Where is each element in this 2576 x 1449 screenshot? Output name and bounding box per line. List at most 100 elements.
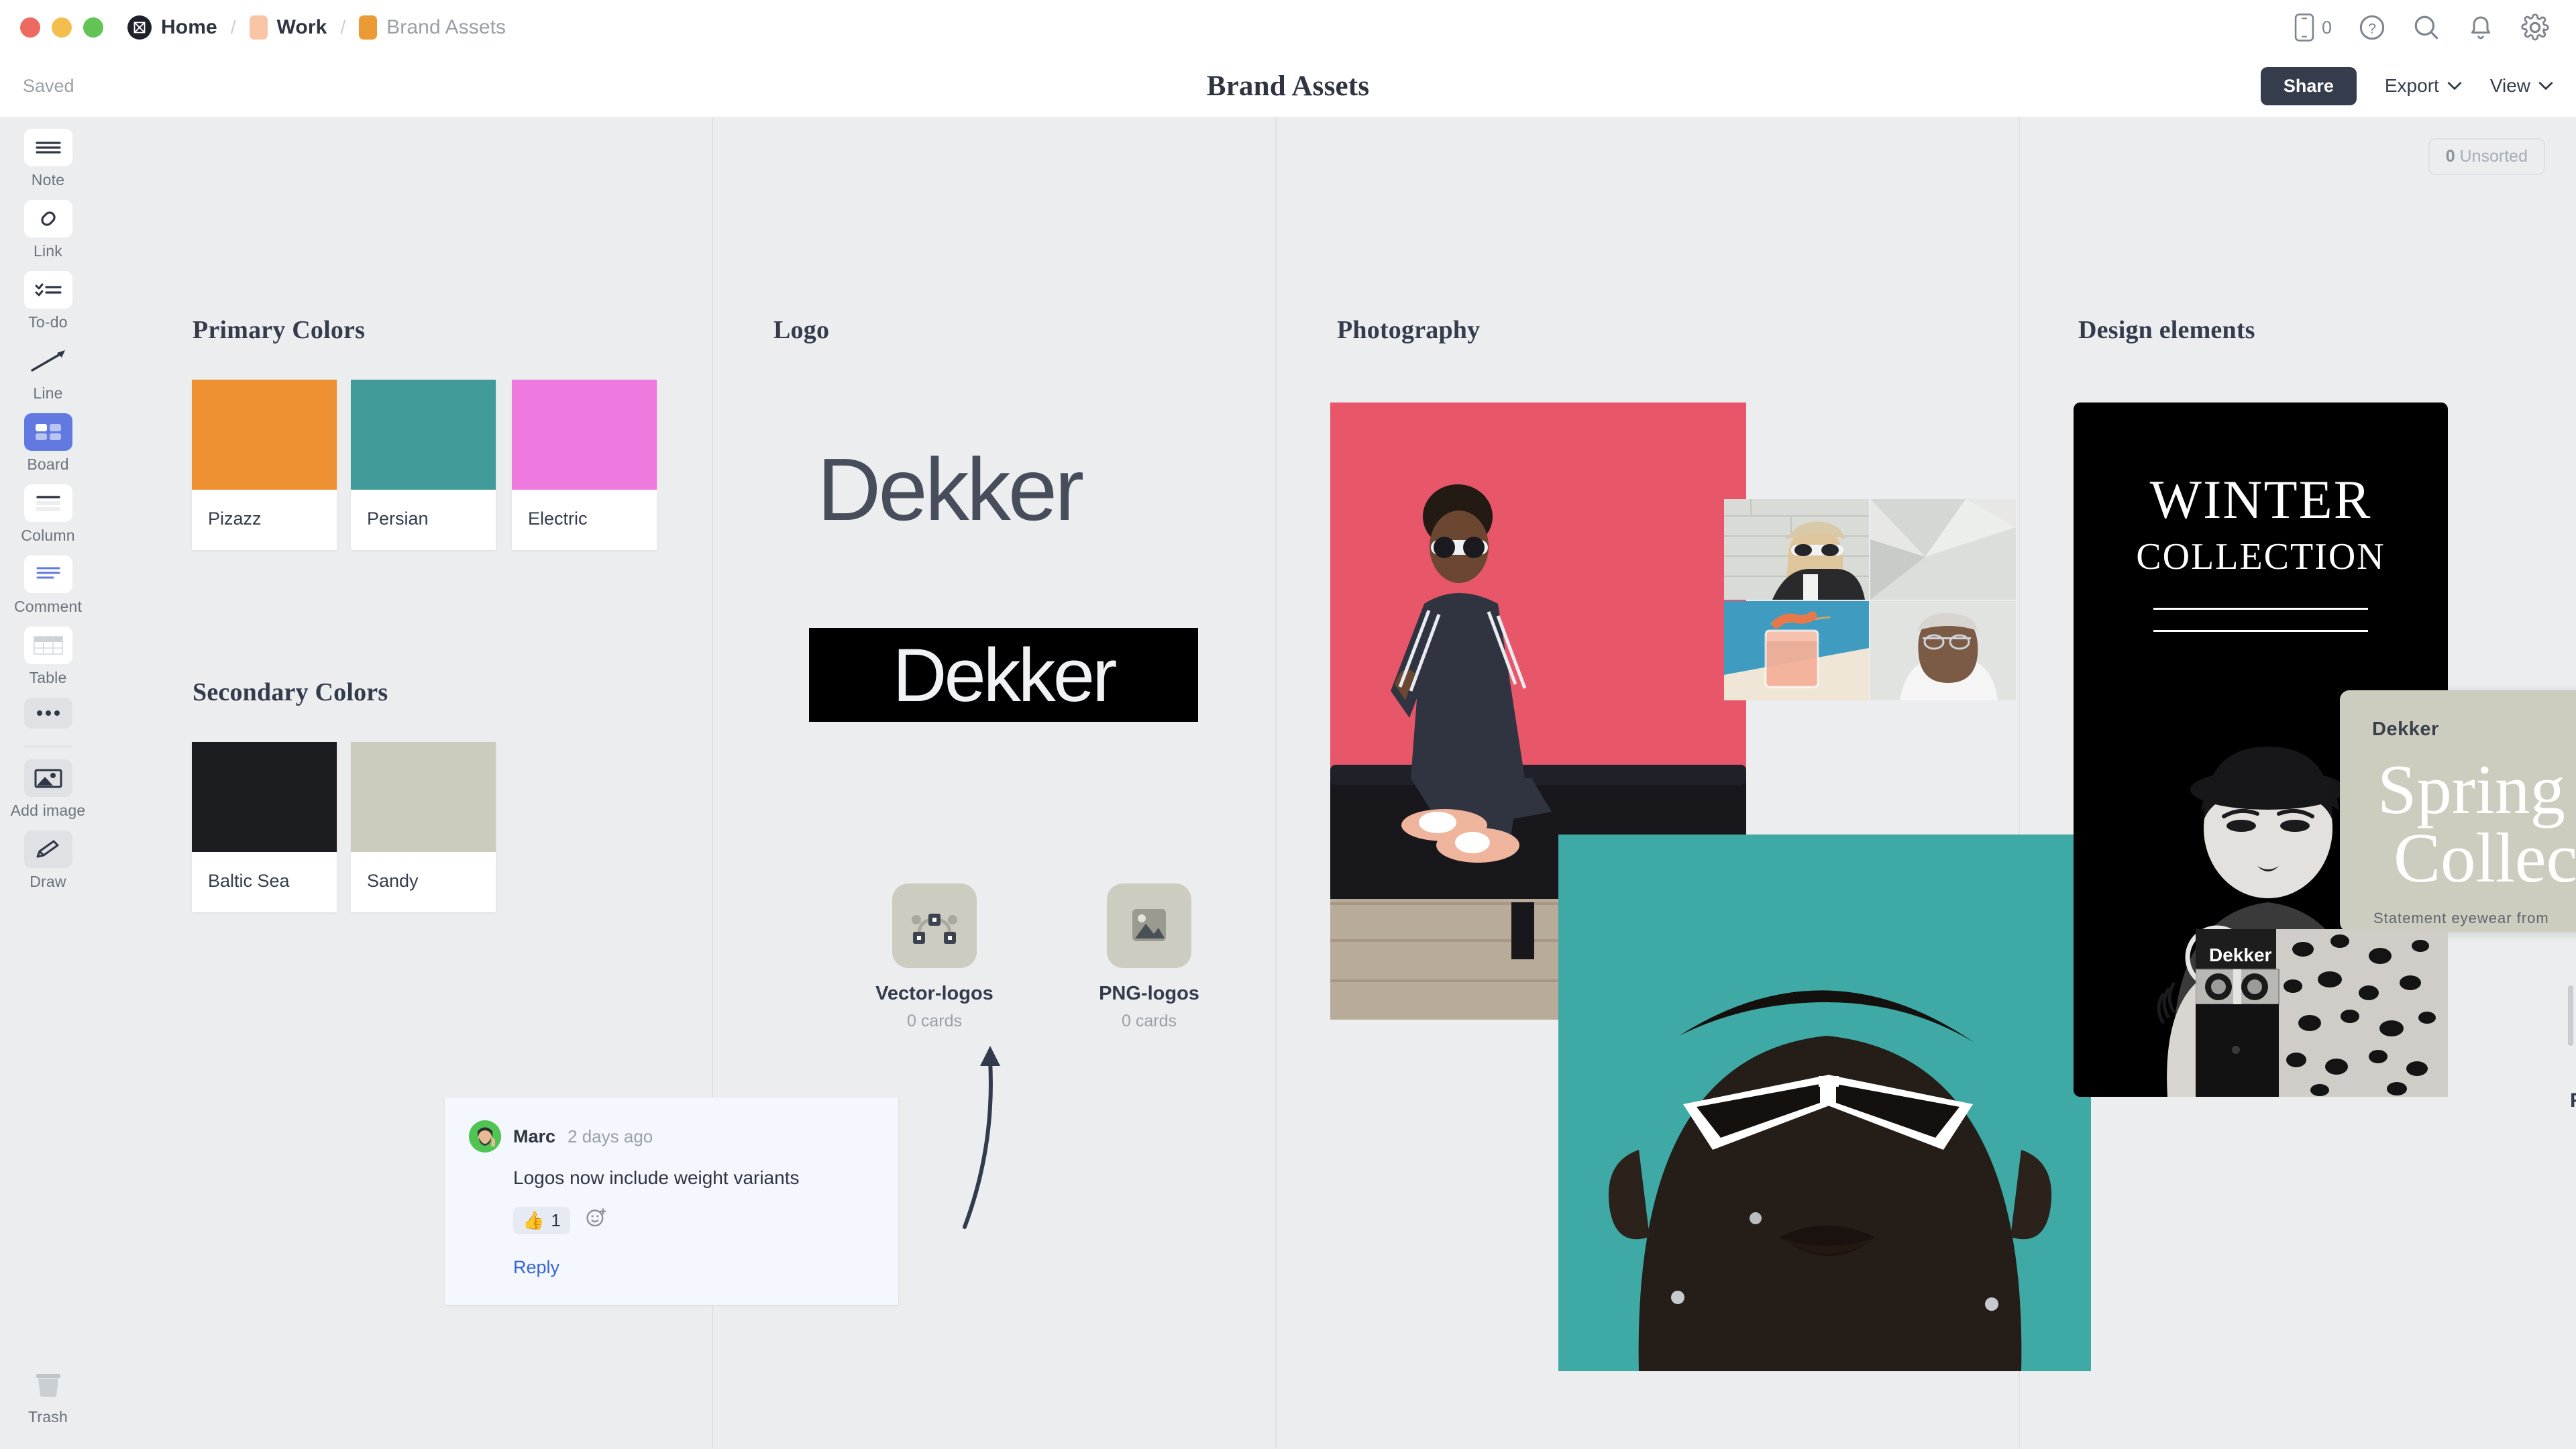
reaction-thumbs-up[interactable]: 👍 1: [513, 1206, 570, 1234]
color-swatch-electric[interactable]: Electric: [512, 380, 657, 550]
add-emoji-icon[interactable]: [585, 1206, 608, 1234]
breadcrumb-current-label: Brand Assets: [386, 16, 506, 38]
color-swatch-pizazz[interactable]: Pizazz: [192, 380, 337, 550]
spring-card-title-line2: Collection: [2394, 818, 2576, 897]
share-button[interactable]: Share: [2260, 66, 2357, 105]
sidebar-item-todo[interactable]: To-do: [0, 271, 96, 331]
spring-card-subtitle: Statement eyewear from Denmark: [2373, 909, 2549, 932]
todo-icon: [23, 271, 72, 309]
photo-grid-collage[interactable]: [1724, 499, 2016, 700]
sidebar-label-line: Line: [33, 384, 63, 402]
minimize-button[interactable]: [52, 17, 72, 38]
section-title-design-elements: Design elements: [2078, 316, 2255, 344]
sidebar-item-comment[interactable]: Comment: [0, 555, 96, 616]
folder-card-vector-logos[interactable]: Vector-logos 0 cards: [857, 883, 1012, 1031]
comment-card[interactable]: Marc 2 days ago Logos now include weight…: [445, 1097, 898, 1305]
folder-card-png-logos[interactable]: PNG-logos 0 cards: [1072, 883, 1226, 1031]
line-icon: [24, 342, 72, 380]
comment-author: Marc: [513, 1126, 556, 1146]
sidebar-item-link[interactable]: Link: [0, 200, 96, 260]
export-menu-button[interactable]: Export: [2385, 75, 2462, 97]
settings-button[interactable]: [2521, 13, 2549, 42]
svg-text:?: ?: [2368, 19, 2376, 36]
breadcrumb-separator: /: [340, 17, 346, 38]
breadcrumb-item-home[interactable]: Home: [127, 15, 217, 40]
poster-rule: [2153, 608, 2368, 610]
sidebar-item-line[interactable]: Line: [0, 342, 96, 402]
swatch-color-block: [512, 380, 657, 490]
color-swatch-sandy[interactable]: Sandy: [351, 742, 496, 912]
search-button[interactable]: [2412, 13, 2440, 42]
close-button[interactable]: [20, 17, 40, 38]
title-bar: Home / Work / Brand Assets 0 ?: [0, 0, 2576, 55]
sidebar-label-add-image: Add image: [10, 802, 86, 819]
sidebar-item-more[interactable]: [0, 698, 96, 729]
board-toolbar-actions: Share Export View: [2260, 66, 2553, 105]
image-placeholder-icon: [1107, 883, 1191, 968]
column-icon: [23, 484, 72, 522]
swatch-name: Baltic Sea: [208, 871, 290, 891]
sidebar-label-comment: Comment: [13, 598, 83, 615]
color-swatch-persian[interactable]: Persian: [351, 380, 496, 550]
card-spring-collection[interactable]: Dekker Spring Collection Statement eyewe…: [2340, 690, 2576, 932]
sidebar-item-table[interactable]: Table: [0, 627, 96, 687]
work-folder-icon: [249, 15, 268, 40]
sidebar-item-add-image[interactable]: Add image: [0, 759, 96, 820]
sidebar-item-trash[interactable]: Trash: [0, 1366, 96, 1426]
note-icon: [23, 129, 72, 166]
trash-icon: [24, 1366, 72, 1403]
swatch-color-block: [351, 380, 496, 490]
avatar: [469, 1120, 501, 1152]
app-window: Home / Work / Brand Assets 0 ? Saved Bra…: [0, 0, 2576, 1449]
maximize-button[interactable]: [83, 17, 103, 38]
logo-text-dark: Dekker: [892, 633, 1118, 717]
sidebar-item-draw[interactable]: Draw: [0, 830, 96, 891]
swatch-color-block: [192, 380, 337, 490]
breadcrumb: Home / Work / Brand Assets: [127, 15, 506, 40]
topbar-actions: 0 ?: [2294, 0, 2549, 55]
notifications-button[interactable]: [2467, 14, 2494, 41]
svg-text:Dekker: Dekker: [2209, 945, 2272, 965]
folder-name: Vector-logos: [875, 983, 994, 1004]
sidebar-label-todo: To-do: [28, 313, 68, 331]
board-canvas[interactable]: 0 Unsorted Primary Colors Pizazz Persian…: [96, 117, 2576, 1449]
device-count: 0: [2321, 17, 2332, 38]
spring-card-brand: Dekker: [2372, 718, 2439, 740]
breadcrumb-item-current[interactable]: Brand Assets: [359, 15, 506, 40]
sidebar-label-trash: Trash: [28, 1408, 68, 1426]
sidebar-item-note[interactable]: Note: [0, 129, 96, 189]
vertical-scrollbar[interactable]: [2568, 985, 2573, 1046]
logo-wordmark-dark[interactable]: Dekker: [809, 628, 1198, 722]
view-menu-button[interactable]: View: [2490, 75, 2553, 97]
comment-reply-button[interactable]: Reply: [513, 1257, 871, 1278]
comment-reactions: 👍 1: [513, 1206, 871, 1234]
unsorted-badge[interactable]: 0 Unsorted: [2428, 138, 2545, 175]
sidebar-item-board[interactable]: Board: [0, 413, 96, 474]
pencil-icon: [23, 830, 72, 868]
sidebar-label-board: Board: [27, 455, 69, 473]
comment-timestamp: 2 days ago: [568, 1126, 653, 1146]
mobile-device-button[interactable]: 0: [2294, 13, 2332, 42]
board-toolbar: Saved Brand Assets Share Export View: [0, 55, 2576, 117]
sidebar-label-table: Table: [29, 669, 67, 686]
unsorted-label: Unsorted: [2459, 147, 2528, 166]
help-button[interactable]: ?: [2359, 14, 2385, 41]
folder-card-count: 0 cards: [1122, 1012, 1177, 1030]
photo-teal-sunglasses[interactable]: [1558, 835, 2091, 1371]
logo-wordmark-light[interactable]: Dekker: [817, 439, 1084, 540]
poster-belt-leopard[interactable]: Dekker: [2196, 929, 2448, 1097]
breadcrumb-home-label: Home: [161, 16, 217, 38]
tool-sidebar: Note Link To-do Line Board Column Commen…: [0, 117, 96, 1449]
table-icon: [23, 627, 72, 664]
comment-header: Marc 2 days ago: [469, 1120, 871, 1152]
breadcrumb-work-label: Work: [276, 16, 327, 38]
vector-path-icon: [892, 883, 977, 968]
color-swatch-baltic-sea[interactable]: Baltic Sea: [192, 742, 337, 912]
section-title-secondary-colors: Secondary Colors: [193, 678, 388, 706]
sidebar-divider: [23, 746, 72, 747]
swatch-name: Sandy: [367, 871, 419, 891]
breadcrumb-item-work[interactable]: Work: [249, 15, 327, 40]
sidebar-item-column[interactable]: Column: [0, 484, 96, 545]
swatch-color-block: [351, 742, 496, 852]
board-icon: [23, 413, 72, 451]
